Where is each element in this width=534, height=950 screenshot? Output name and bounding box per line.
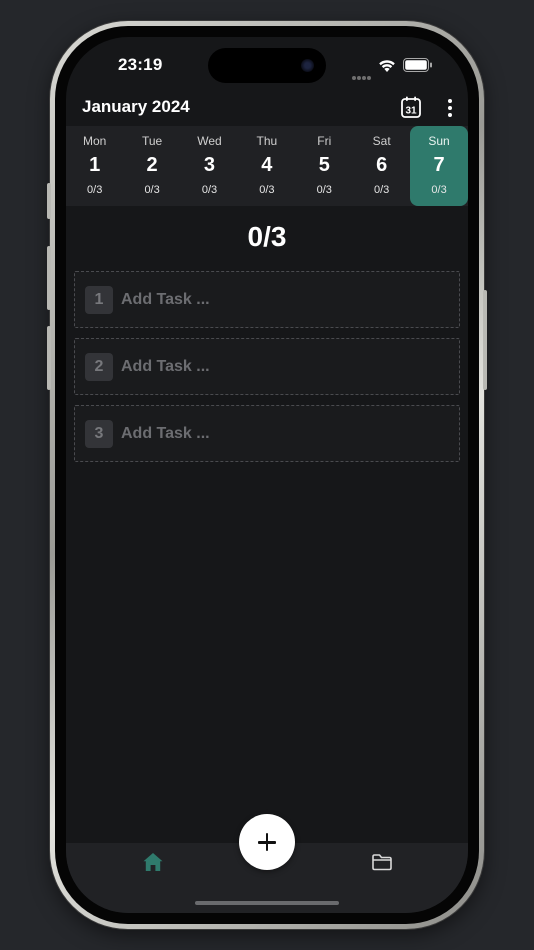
day-progress: 0/3: [431, 184, 447, 196]
day-name: Fri: [317, 134, 332, 148]
home-indicator: [195, 901, 339, 905]
task-slot[interactable]: 3: [74, 405, 460, 462]
task-input[interactable]: [121, 286, 441, 314]
calendar-icon[interactable]: 31: [400, 95, 422, 119]
action-button: [47, 183, 51, 219]
camera-icon: [301, 59, 314, 72]
volume-up-button: [47, 246, 51, 310]
battery-icon: [403, 58, 432, 72]
day-cell-mon[interactable]: Mon 1 0/3: [66, 126, 123, 206]
power-button: [483, 290, 487, 390]
status-time: 23:19: [118, 55, 163, 74]
app-header: January 2024 31: [66, 93, 468, 125]
day-name: Tue: [141, 134, 163, 148]
day-number: 3: [203, 154, 216, 176]
task-slot[interactable]: 1: [74, 271, 460, 328]
day-progress: 0/3: [259, 184, 275, 196]
task-index-badge: 2: [85, 353, 113, 381]
day-number: 2: [146, 154, 158, 176]
task-slot[interactable]: 2: [74, 338, 460, 395]
day-cell-wed[interactable]: Wed 3 0/3: [181, 126, 238, 206]
day-progress: 0/3: [144, 184, 160, 196]
status-bar: 23:19: [66, 37, 468, 93]
day-progress: 0/3: [374, 184, 390, 196]
task-input[interactable]: [121, 420, 441, 448]
day-name: Wed: [197, 134, 222, 148]
task-index-badge: 1: [85, 286, 113, 314]
day-number: 6: [376, 154, 388, 176]
day-cell-sun[interactable]: Sun 7 0/3: [410, 126, 468, 206]
day-progress: 0/3: [87, 184, 103, 196]
plus-icon-vertical: [265, 833, 269, 851]
dynamic-island: [208, 48, 326, 83]
more-vertical-icon[interactable]: [440, 96, 460, 120]
volume-down-button: [47, 326, 51, 390]
folder-icon[interactable]: [371, 852, 393, 872]
day-progress: 0/3: [201, 184, 218, 196]
day-cell-thu[interactable]: Thu 4 0/3: [238, 126, 295, 206]
app-screen: 23:19 January 2024 31 Mon 1 0/3 Tue 2 0/3 Wed 3…: [66, 37, 468, 913]
day-name: Sat: [372, 134, 391, 148]
day-cell-sat[interactable]: Sat 6 0/3: [353, 126, 410, 206]
day-number: 1: [89, 154, 101, 176]
day-cell-tue[interactable]: Tue 2 0/3: [123, 126, 180, 206]
day-name: Mon: [83, 134, 107, 148]
calendar-icon-label: 31: [405, 106, 417, 117]
wifi-icon: [379, 60, 395, 72]
day-name: Thu: [256, 134, 278, 148]
week-strip: Mon 1 0/3 Tue 2 0/3 Wed 3 0/3 Thu 4 0/3 Fri 5 0/3 Sat 6 0…: [66, 126, 468, 206]
day-name: Sun: [428, 134, 450, 148]
month-title: January 2024: [82, 97, 190, 116]
day-number: 7: [433, 154, 445, 176]
day-progress: 0/3: [316, 184, 332, 196]
day-number: 5: [318, 154, 330, 176]
progress-counter: 0/3: [247, 221, 287, 252]
task-index-badge: 3: [85, 420, 113, 448]
task-list: 1 2 3: [74, 271, 460, 472]
day-cell-fri[interactable]: Fri 5 0/3: [296, 126, 353, 206]
signal-dots-icon: [352, 67, 372, 85]
add-task-button[interactable]: [239, 814, 295, 870]
task-input[interactable]: [121, 353, 441, 381]
home-icon[interactable]: [142, 851, 164, 873]
day-number: 4: [261, 154, 273, 176]
